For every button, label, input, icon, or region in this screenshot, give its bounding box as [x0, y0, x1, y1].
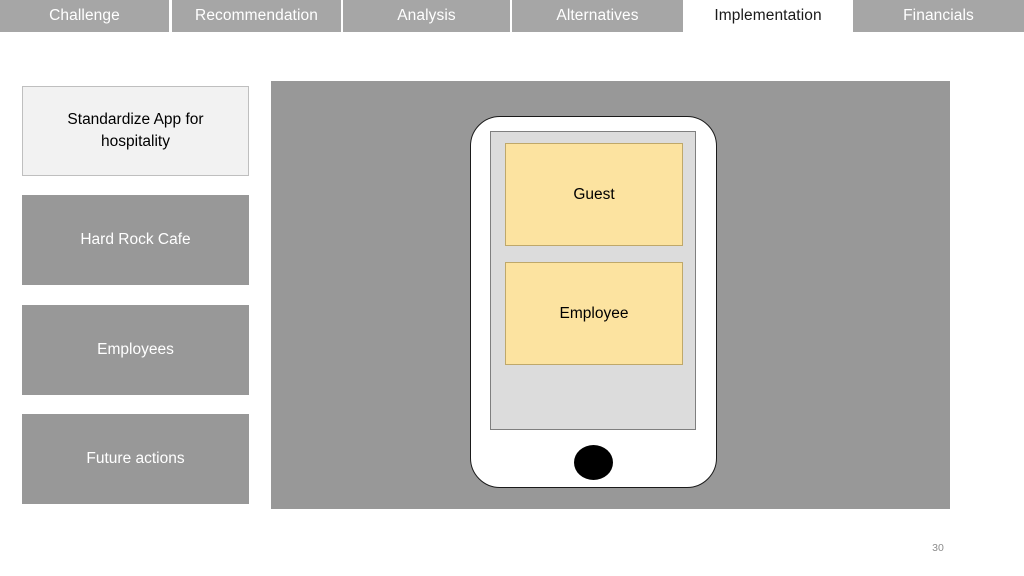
tab-alternatives[interactable]: Alternatives — [512, 0, 683, 32]
tab-analysis[interactable]: Analysis — [343, 0, 510, 32]
app-tile-guest[interactable]: Guest — [505, 143, 683, 246]
tab-label: Recommendation — [195, 7, 318, 24]
stack-item-future-actions[interactable]: Future actions — [22, 414, 249, 504]
stack-item-label: Future actions — [86, 450, 185, 467]
stack-item-label: Hard Rock Cafe — [80, 231, 191, 248]
stack-item-employees[interactable]: Employees — [22, 305, 249, 395]
app-tile-label: Employee — [559, 304, 629, 322]
tab-label: Challenge — [49, 7, 120, 24]
tab-label: Analysis — [397, 7, 456, 24]
app-tile-employee[interactable]: Employee — [505, 262, 683, 365]
page-number: 30 — [932, 542, 944, 554]
tab-recommendation[interactable]: Recommendation — [172, 0, 341, 32]
tab-financials[interactable]: Financials — [853, 0, 1024, 32]
tab-label: Financials — [903, 7, 974, 24]
stack-item-label: Standardize App for hospitality — [67, 111, 204, 150]
home-button-icon[interactable] — [574, 445, 613, 480]
tab-bar: Challenge Recommendation Analysis Altern… — [0, 0, 1024, 32]
tab-label: Implementation — [714, 7, 822, 24]
app-tile-label: Guest — [573, 185, 615, 203]
stack-item-hard-rock-cafe[interactable]: Hard Rock Cafe — [22, 195, 249, 285]
tab-challenge[interactable]: Challenge — [0, 0, 169, 32]
stack-item-label: Employees — [97, 341, 174, 358]
tab-implementation[interactable]: Implementation — [685, 0, 851, 32]
stack-item-standardize-app[interactable]: Standardize App for hospitality — [22, 86, 249, 176]
tab-label: Alternatives — [556, 7, 639, 24]
